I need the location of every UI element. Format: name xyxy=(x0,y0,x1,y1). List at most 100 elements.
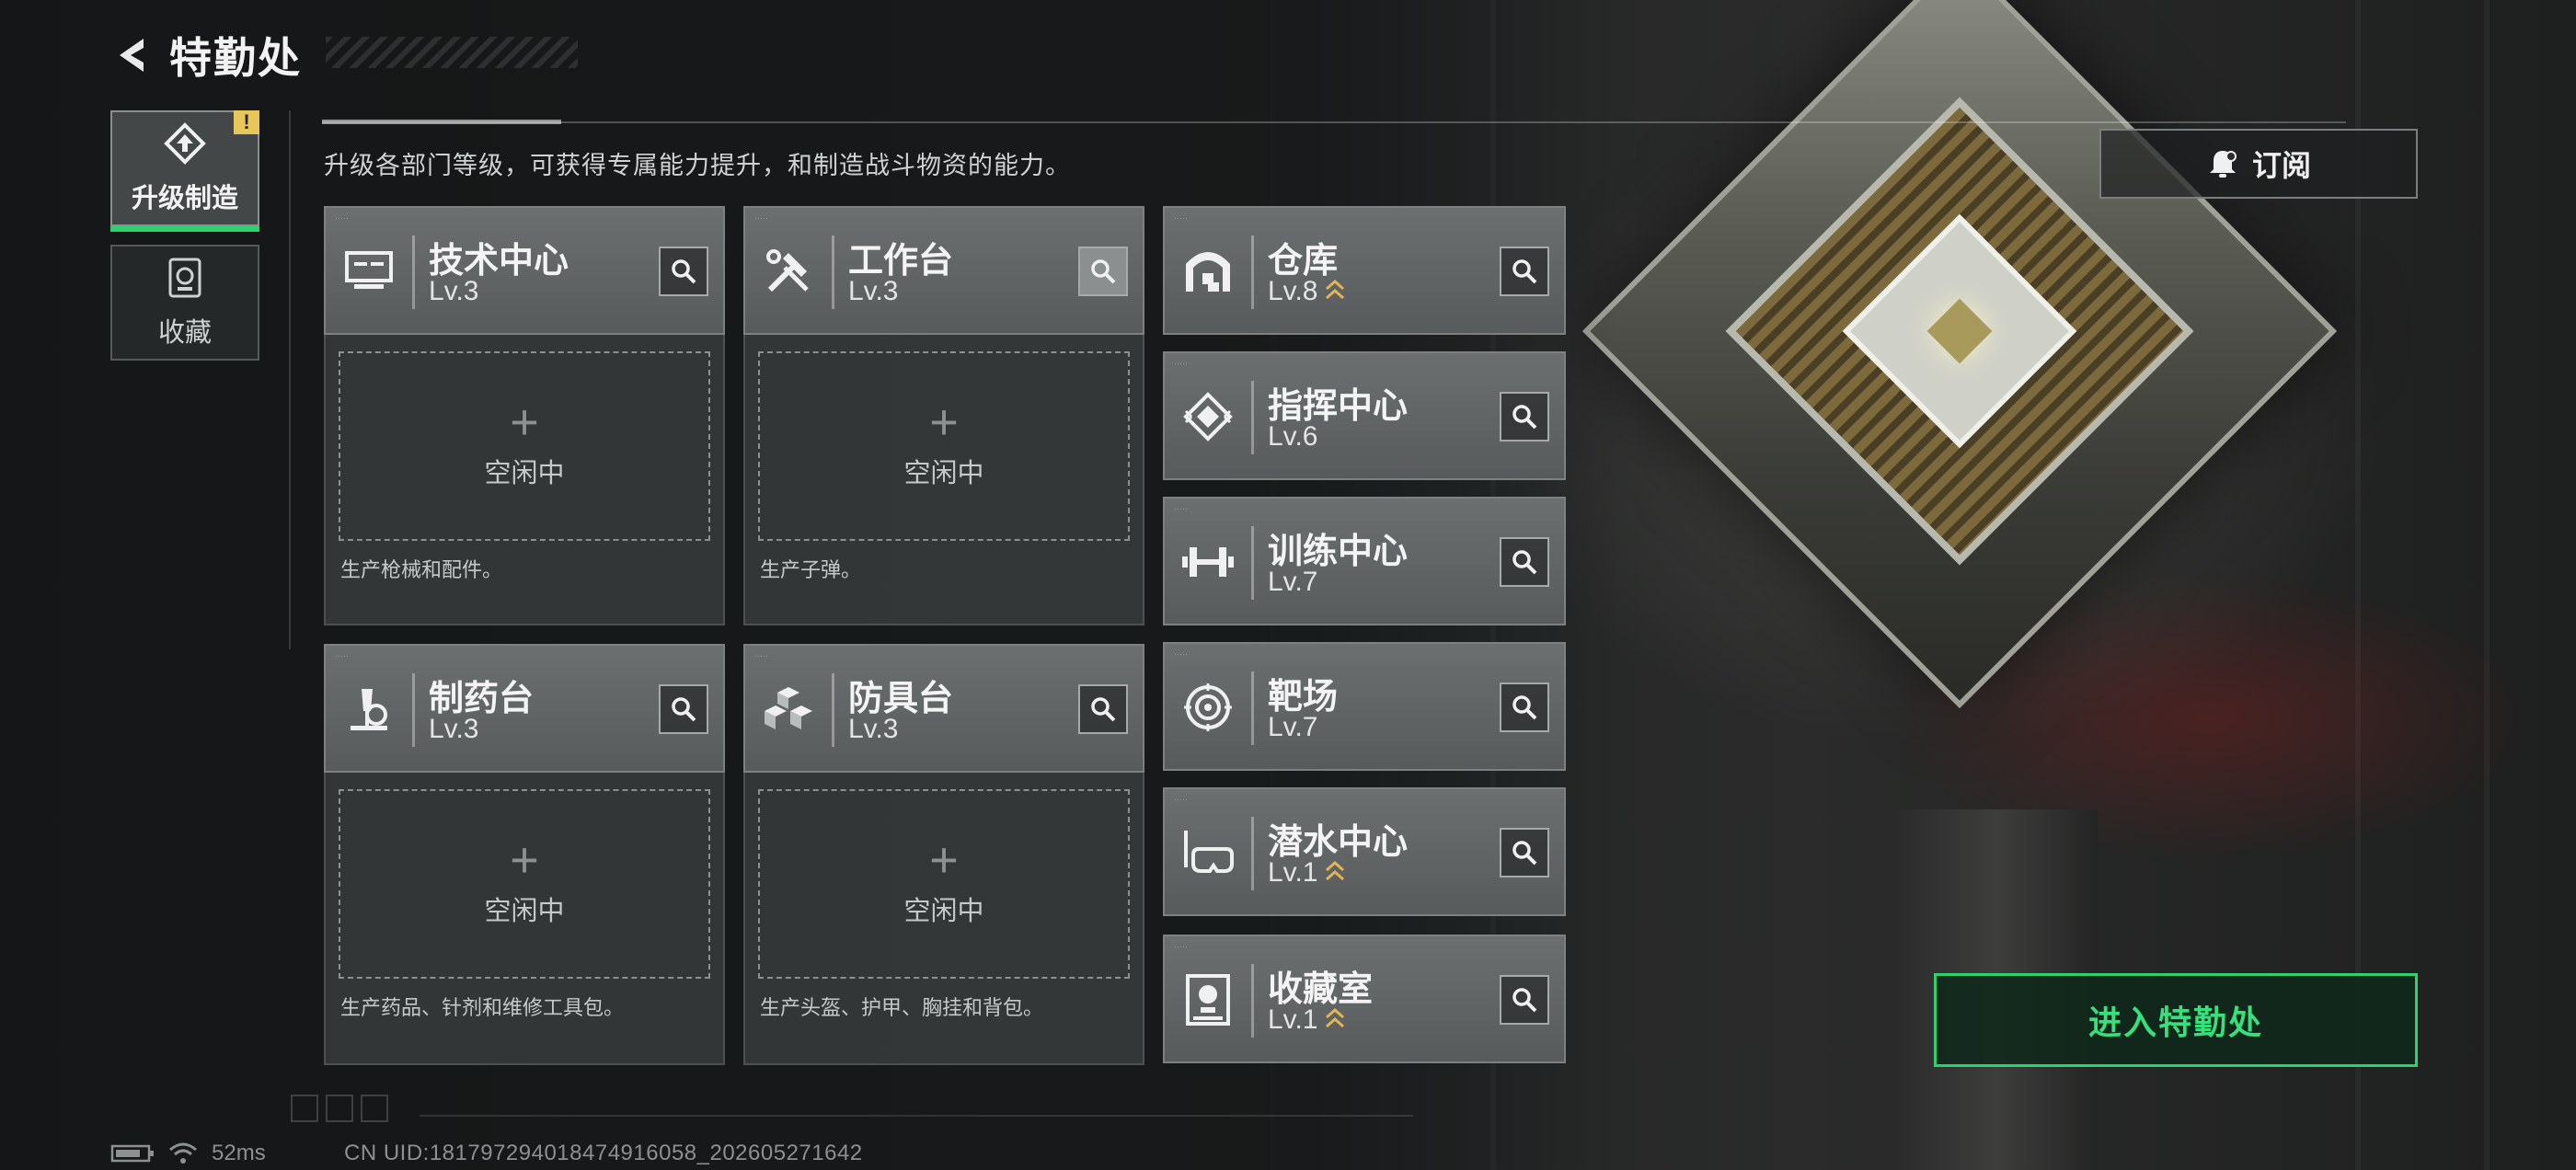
alert-badge: ! xyxy=(234,110,259,134)
production-slot[interactable]: + 空闲中 xyxy=(339,351,710,541)
enter-label: 进入特勤处 xyxy=(2087,1004,2263,1041)
facility-level: Lv.7 xyxy=(1268,567,1318,597)
production-card[interactable]: ····· 工作台 Lv.3 + 空闲中 生产子弹。 xyxy=(743,206,1144,625)
facility-level: Lv.6 xyxy=(1268,421,1318,452)
slot-status: 空闲中 xyxy=(484,459,565,488)
back-arrow-icon xyxy=(120,39,144,72)
card-description: 生产药品、针剂和维修工具包。 xyxy=(340,996,625,1019)
facility-level: Lv.1 xyxy=(1268,1004,1345,1036)
uid-text: CN UID:18179729401847491605­8_2026052716… xyxy=(344,1141,863,1165)
bell-icon xyxy=(2209,151,2237,178)
search-button[interactable] xyxy=(659,684,708,734)
tab-collection[interactable]: 收藏 xyxy=(110,245,259,361)
card-header: ····· 训练中心 Lv.7 xyxy=(1163,497,1566,625)
card-header: ····· 技术中心 Lv.3 xyxy=(324,206,725,335)
corner-decoration xyxy=(291,1095,388,1122)
search-button[interactable] xyxy=(1078,684,1128,734)
card-header: ····· 防具台 Lv.3 xyxy=(743,644,1144,773)
card-header: ····· 工作台 Lv.3 xyxy=(743,206,1144,335)
divider-accent xyxy=(322,120,561,124)
card-header: ····· 仓库 Lv.8 xyxy=(1163,206,1566,335)
search-icon xyxy=(1512,550,1537,575)
divider xyxy=(420,1115,1413,1117)
facility-name: 仓库 xyxy=(1268,242,1339,281)
status-bar: 52ms xyxy=(110,1141,266,1166)
search-icon xyxy=(672,697,696,722)
card-description: 生产枪械和配件。 xyxy=(340,558,503,581)
search-button[interactable] xyxy=(1500,247,1549,296)
plus-icon: + xyxy=(929,395,959,450)
monitor-icon xyxy=(340,243,397,300)
card-body: + 空闲中 生产枪械和配件。 xyxy=(324,335,725,625)
card-header: ····· 收藏室 Lv.1 xyxy=(1163,935,1566,1063)
facility-level: Lv.1 xyxy=(1268,857,1345,889)
facility-card-diving[interactable]: ····· 潜水中心 Lv.1 xyxy=(1163,787,1566,918)
production-slot[interactable]: + 空闲中 xyxy=(339,789,710,979)
search-button[interactable] xyxy=(1500,828,1549,878)
facility-name: 收藏室 xyxy=(1268,970,1374,1009)
target-icon xyxy=(1179,679,1236,736)
plus-icon: + xyxy=(929,832,959,888)
search-button[interactable] xyxy=(1500,682,1549,732)
search-button[interactable] xyxy=(659,247,708,296)
facility-card-warehouse[interactable]: ····· 仓库 Lv.8 xyxy=(1163,206,1566,337)
search-button[interactable] xyxy=(1500,975,1549,1025)
diving-mask-icon xyxy=(1179,824,1236,881)
slot-status: 空闲中 xyxy=(903,459,984,488)
tab-upgrade-craft[interactable]: ! 升级制造 xyxy=(110,110,259,232)
facility-card-training[interactable]: ····· 训练中心 Lv.7 xyxy=(1163,497,1566,627)
card-header: ····· 潜水中心 Lv.1 xyxy=(1163,787,1566,916)
facility-name: 潜水中心 xyxy=(1268,823,1409,862)
slot-status: 空闲中 xyxy=(903,897,984,926)
ping-text: 52ms xyxy=(212,1141,266,1165)
facility-card-collection-room[interactable]: ····· 收藏室 Lv.1 xyxy=(1163,935,1566,1065)
search-icon xyxy=(1512,988,1537,1013)
search-button[interactable] xyxy=(1500,392,1549,442)
page-description: 升级各部门等级，可获得专属能力提升，和制造战斗物资的能力。 xyxy=(324,152,1071,179)
card-name: 工作台 xyxy=(848,242,954,281)
card-name: 防具台 xyxy=(848,680,954,718)
subscribe-label: 订阅 xyxy=(2251,149,2311,182)
card-level: Lv.3 xyxy=(429,276,479,306)
upgrade-available-icon xyxy=(1326,860,1345,881)
card-body: + 空闲中 生产药品、针剂和维修工具包。 xyxy=(324,773,725,1065)
card-name: 制药台 xyxy=(429,680,535,718)
back-button[interactable] xyxy=(107,29,158,81)
search-icon xyxy=(1091,697,1116,722)
production-card[interactable]: ····· 技术中心 Lv.3 + 空闲中 生产枪械和配件。 xyxy=(324,206,725,625)
tab-label: 收藏 xyxy=(157,318,212,348)
card-level: Lv.3 xyxy=(429,714,479,744)
collection-icon xyxy=(168,258,201,298)
facility-card-range[interactable]: ····· 靶场 Lv.7 xyxy=(1163,642,1566,773)
battery-icon xyxy=(110,1144,154,1163)
card-description: 生产头盔、护甲、胸挂和背包。 xyxy=(760,996,1044,1019)
facility-card-command[interactable]: ····· 指挥中心 Lv.6 xyxy=(1163,351,1566,482)
production-slot[interactable]: + 空闲中 xyxy=(758,351,1130,541)
card-header: ····· 靶场 Lv.7 xyxy=(1163,642,1566,771)
divider xyxy=(322,121,2346,123)
upgrade-available-icon xyxy=(1326,279,1345,300)
subscribe-button[interactable]: 订阅 xyxy=(2099,129,2418,199)
divider xyxy=(289,110,291,649)
facility-level: Lv.8 xyxy=(1268,276,1345,307)
trophy-case-icon xyxy=(1179,971,1236,1028)
production-card[interactable]: ····· 防具台 Lv.3 + 空闲中 生产头盔、护甲、胸挂和背包。 xyxy=(743,644,1144,1065)
plus-icon: + xyxy=(510,832,539,888)
facility-level: Lv.7 xyxy=(1268,712,1318,742)
facility-name: 训练中心 xyxy=(1268,533,1409,571)
production-card[interactable]: ····· 制药台 Lv.3 + 空闲中 生产药品、针剂和维修工具包。 xyxy=(324,644,725,1065)
enter-special-ops-button[interactable]: 进入特勤处 xyxy=(1934,973,2418,1067)
wifi-icon xyxy=(169,1142,197,1164)
card-body: + 空闲中 生产子弹。 xyxy=(743,335,1144,625)
page-title: 特勤处 xyxy=(169,34,302,82)
command-icon xyxy=(1179,388,1236,445)
production-slot[interactable]: + 空闲中 xyxy=(758,789,1130,979)
search-button[interactable] xyxy=(1500,537,1549,587)
search-icon xyxy=(1091,259,1116,284)
search-button[interactable] xyxy=(1078,247,1128,296)
upgrade-available-icon xyxy=(1326,1007,1345,1028)
card-level: Lv.3 xyxy=(848,276,899,306)
search-icon xyxy=(672,259,696,284)
header: 特勤处 xyxy=(107,26,302,85)
search-icon xyxy=(1512,841,1537,866)
